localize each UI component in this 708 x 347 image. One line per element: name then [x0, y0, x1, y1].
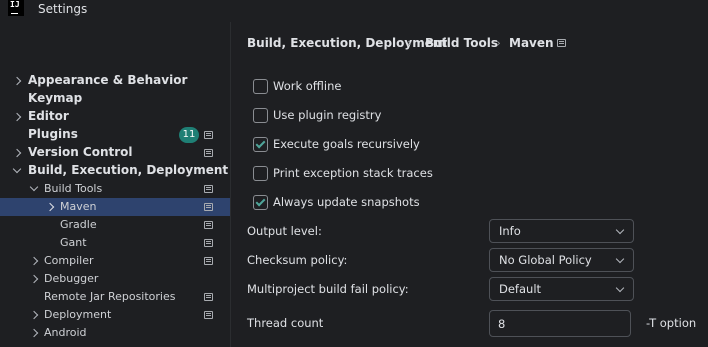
sidebar-item-label: Debugger: [44, 272, 99, 285]
chevron-right-icon[interactable]: [12, 75, 24, 87]
chevron-down-icon: [615, 254, 625, 264]
chevron-down-icon[interactable]: [29, 183, 41, 195]
thread-count-suffix: -T option: [646, 316, 697, 330]
chevron-right-icon[interactable]: [45, 201, 57, 213]
project-settings-icon: [204, 221, 213, 229]
breadcrumb-separator: ›: [496, 36, 501, 50]
breadcrumb-item-maven: Maven: [509, 36, 554, 50]
checkbox-label[interactable]: Execute goals recursively: [273, 137, 420, 151]
checkmark-icon: [255, 138, 266, 149]
sidebar-item-label: Version Control: [28, 145, 133, 159]
sidebar-item-version-control[interactable]: Version Control: [0, 144, 230, 162]
project-settings-icon: [204, 131, 213, 139]
sidebar-item-build-execution-deployment[interactable]: Build, Execution, Deployment: [0, 162, 230, 180]
sidebar-item-remote-jar-repositories[interactable]: Remote Jar Repositories: [0, 288, 230, 306]
chevron-down-icon: [615, 283, 625, 293]
project-settings-icon: [204, 149, 213, 157]
thread-count-input[interactable]: [489, 310, 631, 337]
sidebar-item-android[interactable]: Android: [0, 324, 230, 342]
sidebar-item-label: Plugins: [28, 127, 78, 141]
sidebar-divider: [230, 22, 231, 347]
checksum-policy-label: Checksum policy:: [247, 253, 348, 267]
sidebar-item-appearance-behavior[interactable]: Appearance & Behavior: [0, 72, 230, 90]
breadcrumb-item-build-tools[interactable]: Build Tools: [425, 36, 498, 50]
chevron-down-icon[interactable]: [12, 165, 24, 177]
chevron-right-icon[interactable]: [29, 255, 41, 267]
project-settings-icon: [204, 257, 213, 265]
checkbox-checked-icon[interactable]: [253, 195, 268, 210]
checkbox-label[interactable]: Always update snapshots: [273, 195, 420, 209]
sidebar-item-label: Remote Jar Repositories: [44, 290, 176, 303]
sidebar-item-label: Build Tools: [44, 182, 103, 195]
checkbox-unchecked-icon[interactable]: [253, 108, 268, 123]
sidebar-item-label: Appearance & Behavior: [28, 73, 188, 87]
sidebar-item-deployment[interactable]: Deployment: [0, 306, 230, 324]
checkmark-icon: [255, 196, 266, 207]
project-settings-icon: [204, 239, 213, 247]
sidebar-item-gant[interactable]: Gant: [0, 234, 230, 252]
sidebar-item-debugger[interactable]: Debugger: [0, 270, 230, 288]
output-level-value: Info: [499, 224, 521, 238]
checkbox-label[interactable]: Use plugin registry: [273, 108, 381, 122]
multiproject-fail-policy-value: Default: [499, 282, 542, 296]
sidebar-item-label: Gradle: [60, 218, 97, 231]
project-settings-icon: [204, 293, 213, 301]
sidebar-item-editor[interactable]: Editor: [0, 108, 230, 126]
sidebar-item-maven[interactable]: Maven: [0, 198, 230, 216]
checksum-policy-value: No Global Policy: [499, 253, 592, 267]
sidebar-item-gradle[interactable]: Gradle: [0, 216, 230, 234]
project-settings-icon: [557, 39, 566, 47]
title-bar: IJ Settings: [0, 0, 708, 20]
chevron-right-icon[interactable]: [12, 111, 24, 123]
sidebar-item-label: Deployment: [44, 308, 112, 321]
checkbox-label[interactable]: Print exception stack traces: [273, 166, 433, 180]
project-settings-icon: [204, 185, 213, 193]
output-level-label: Output level:: [247, 224, 322, 238]
sidebar-item-label: Compiler: [44, 254, 94, 267]
checkbox-unchecked-icon[interactable]: [253, 79, 268, 94]
project-settings-icon: [204, 203, 213, 211]
sidebar-item-plugins[interactable]: Plugins 11: [0, 126, 230, 144]
project-settings-icon: [204, 311, 213, 319]
sidebar-item-label: Android: [44, 326, 87, 339]
checkbox-unchecked-icon[interactable]: [253, 166, 268, 181]
sidebar-item-build-tools[interactable]: Build Tools: [0, 180, 230, 198]
sidebar-item-label: Gant: [60, 236, 87, 249]
chevron-right-icon[interactable]: [29, 327, 41, 339]
breadcrumb-separator: ›: [407, 36, 412, 50]
sidebar-item-label: Keymap: [28, 91, 83, 105]
multiproject-fail-policy-dropdown[interactable]: Default: [489, 277, 634, 301]
thread-count-label: Thread count: [247, 316, 324, 330]
checkbox-checked-icon[interactable]: [253, 137, 268, 152]
chevron-right-icon[interactable]: [12, 147, 24, 159]
checksum-policy-dropdown[interactable]: No Global Policy: [489, 248, 634, 272]
sidebar-item-label: Build, Execution, Deployment: [28, 163, 229, 177]
checkbox-label[interactable]: Work offline: [273, 79, 342, 93]
sidebar-item-label: Maven: [60, 200, 97, 213]
updates-count-badge: 11: [179, 127, 199, 143]
chevron-down-icon: [615, 225, 625, 235]
breadcrumb-item-build-execution-deployment[interactable]: Build, Execution, Deployment: [247, 36, 447, 50]
sidebar-item-keymap[interactable]: Keymap: [0, 90, 230, 108]
sidebar-item-compiler[interactable]: Compiler: [0, 252, 230, 270]
chevron-right-icon[interactable]: [29, 273, 41, 285]
intellij-logo-icon: IJ: [8, 0, 24, 16]
multiproject-fail-policy-label: Multiproject build fail policy:: [247, 282, 409, 296]
output-level-dropdown[interactable]: Info: [489, 219, 634, 243]
sidebar-item-label: Editor: [28, 109, 69, 123]
chevron-right-icon[interactable]: [29, 309, 41, 321]
window-title: Settings: [38, 2, 88, 16]
